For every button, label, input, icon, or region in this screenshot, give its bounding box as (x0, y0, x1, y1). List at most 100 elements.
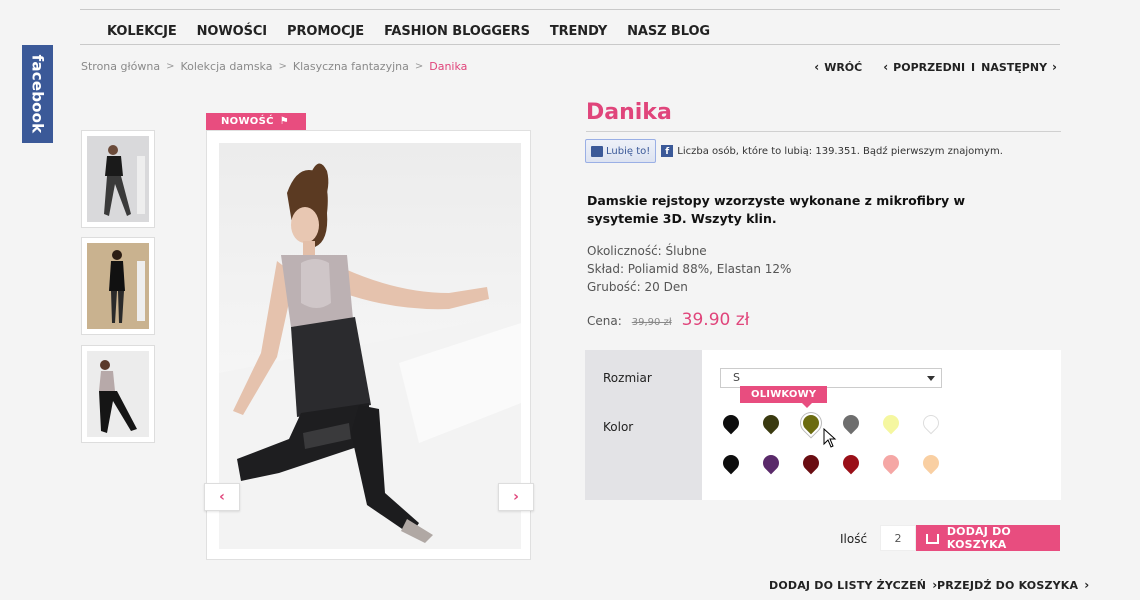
previous-link[interactable]: POPRZEDNI (893, 61, 965, 74)
size-label: Rozmiar (603, 371, 652, 385)
main-nav: KOLEKCJE NOWOŚCI PROMOCJE FASHION BLOGGE… (80, 19, 1060, 45)
like-button-label: Lubię to! (606, 145, 651, 157)
nav-item-nowosci[interactable]: NOWOŚCI (197, 19, 267, 44)
color-drop-icon (879, 451, 903, 475)
color-drop-icon (719, 411, 743, 435)
options-label-column: Rozmiar Kolor (585, 350, 702, 500)
chevron-right-icon: › (1084, 578, 1090, 592)
color-drop-icon (839, 411, 863, 435)
top-divider (80, 9, 1060, 10)
new-badge-label: NOWOŚĆ (221, 116, 274, 127)
color-label: Kolor (603, 420, 634, 434)
attribute-composition: Skład: Poliamid 88%, Elastan 12% (587, 262, 792, 276)
go-to-cart-link[interactable]: PRZEJDŹ DO KOSZYKA › (937, 578, 1089, 592)
price-label: Cena: (587, 314, 622, 328)
add-to-cart-label: DODAJ DO KOSZYKA (946, 525, 1011, 551)
main-product-image[interactable] (206, 130, 531, 560)
size-select[interactable]: S (720, 368, 942, 388)
color-drop-icon (759, 411, 783, 435)
color-swatch[interactable] (919, 411, 943, 436)
color-swatch[interactable] (799, 451, 823, 476)
nav-item-kolekcje[interactable]: KOLEKCJE (107, 19, 177, 44)
color-drop-icon (719, 451, 743, 475)
back-link[interactable]: WRÓĆ (824, 61, 862, 74)
color-swatch[interactable] (919, 451, 943, 476)
facebook-logo-icon: f (661, 145, 674, 157)
wishlist-label: DODAJ DO LISTY ŻYCZEŃ (769, 578, 927, 592)
breadcrumb-separator-icon: > (166, 61, 175, 72)
like-count-text: Liczba osób, które to lubią: 139.351. Bą… (677, 145, 1003, 157)
facebook-tab-label: facebook (28, 54, 47, 134)
thumbnail-1[interactable] (81, 130, 155, 228)
color-drop-icon (839, 451, 863, 475)
pager-divider: I (971, 60, 976, 74)
breadcrumb-current: Danika (429, 60, 468, 73)
color-swatch[interactable] (799, 411, 823, 436)
nav-item-fashion-bloggers[interactable]: FASHION BLOGGERS (384, 19, 530, 44)
mouse-cursor-icon (823, 428, 837, 448)
thumbnail-image (87, 243, 149, 329)
attribute-occasion: Okoliczność: Ślubne (587, 244, 707, 258)
color-swatch[interactable] (759, 451, 783, 476)
color-drop-icon (799, 411, 823, 435)
facebook-like-button[interactable]: Lubię to! (585, 139, 657, 163)
next-link[interactable]: NASTĘPNY (981, 61, 1047, 74)
size-select-value: S (733, 371, 740, 384)
color-swatch[interactable] (879, 451, 903, 476)
chevron-down-icon (927, 376, 935, 381)
product-photo (219, 143, 521, 549)
color-drop-icon (919, 411, 943, 435)
thumbnail-3[interactable] (81, 345, 155, 443)
color-swatch[interactable] (879, 411, 903, 436)
chevron-left-icon: ‹ (814, 60, 820, 74)
image-prev-button[interactable]: ‹ (204, 483, 240, 511)
product-pager: ‹ WRÓĆ ‹ POPRZEDNI I NASTĘPNY › (809, 60, 1062, 74)
nav-item-trendy[interactable]: TRENDY (550, 19, 607, 44)
nav-item-promocje[interactable]: PROMOCJE (287, 19, 364, 44)
add-to-cart-button[interactable]: DODAJ DO KOSZYKA (916, 525, 1060, 551)
new-badge: NOWOŚĆ ⚑ (206, 113, 306, 130)
product-options-panel: Rozmiar Kolor S OLIWKOWY (585, 350, 1061, 500)
flag-icon: ⚑ (279, 116, 290, 127)
color-swatch[interactable] (839, 411, 863, 436)
color-swatch[interactable] (719, 451, 743, 476)
chevron-right-icon: › (513, 489, 519, 505)
color-drop-icon (879, 411, 903, 435)
color-tooltip: OLIWKOWY (740, 386, 828, 408)
thumbnail-image (87, 136, 149, 222)
color-swatch[interactable] (759, 411, 783, 436)
chevron-right-icon: › (1052, 60, 1057, 74)
breadcrumb-category[interactable]: Klasyczna fantazyjna (293, 60, 409, 73)
product-title: Danika (586, 100, 672, 125)
quantity-input[interactable]: 2 (880, 525, 916, 551)
color-swatch[interactable] (719, 411, 743, 436)
facebook-side-tab[interactable]: facebook (22, 45, 53, 143)
color-drop-icon (759, 451, 783, 475)
current-price: 39.90 zł (681, 310, 750, 330)
breadcrumb-separator-icon: > (414, 61, 424, 72)
chevron-left-icon: ‹ (883, 60, 889, 74)
price-row: Cena: 39,90 zł 39.90 zł (587, 310, 750, 330)
go-to-cart-label: PRZEJDŹ DO KOSZYKA (937, 578, 1079, 592)
thumbs-up-icon (591, 145, 603, 157)
nav-item-blog[interactable]: NASZ BLOG (627, 19, 710, 44)
color-swatch[interactable] (839, 451, 863, 476)
quantity-label: Ilość (840, 532, 868, 546)
add-to-wishlist-link[interactable]: DODAJ DO LISTY ŻYCZEŃ › (769, 578, 937, 592)
image-next-button[interactable]: › (498, 483, 534, 511)
breadcrumb-home[interactable]: Strona główna (81, 60, 160, 73)
product-description: Damskie rejstopy wzorzyste wykonane z mi… (587, 193, 966, 226)
cart-icon (926, 534, 939, 544)
breadcrumb-collection[interactable]: Kolekcja damska (180, 60, 272, 73)
old-price: 39,90 zł (631, 317, 672, 328)
breadcrumb: Strona główna > Kolekcja damska > Klasyc… (81, 60, 467, 73)
color-drop-icon (919, 451, 943, 475)
product-attributes: Okoliczność: Ślubne Skład: Poliamid 88%,… (587, 242, 791, 296)
chevron-left-icon: ‹ (219, 489, 225, 505)
color-drop-icon (799, 451, 823, 475)
thumbnail-image (87, 351, 149, 437)
breadcrumb-separator-icon: > (278, 61, 287, 72)
title-divider (586, 131, 1061, 132)
thumbnail-2[interactable] (81, 237, 155, 335)
facebook-like-row: Lubię to! f Liczba osób, które to lubią:… (585, 139, 1003, 163)
